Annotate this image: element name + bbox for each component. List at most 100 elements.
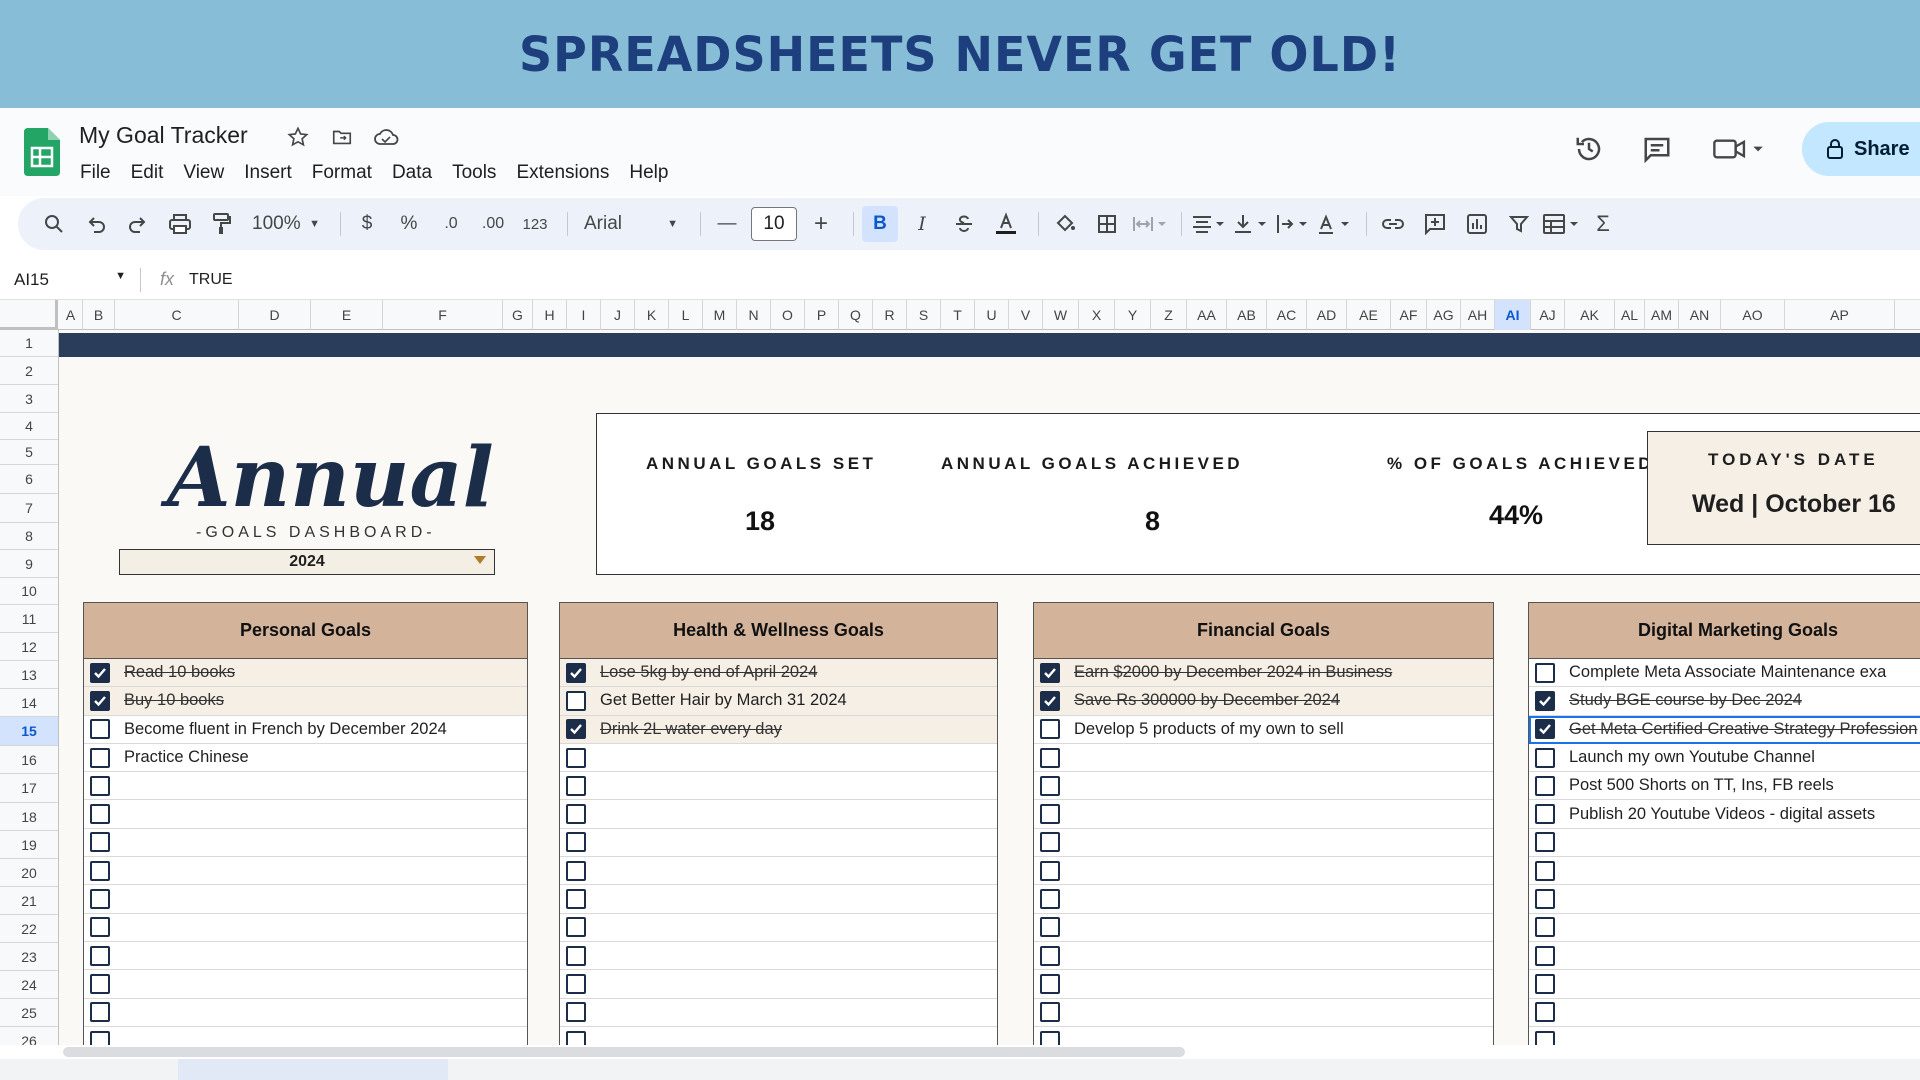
goal-checkbox[interactable] (566, 973, 586, 994)
column-header-x[interactable]: X (1079, 300, 1115, 330)
goal-checkbox[interactable] (1040, 747, 1060, 768)
column-header-am[interactable]: AM (1645, 300, 1679, 330)
goal-checkbox[interactable] (1535, 973, 1555, 994)
move-folder-icon[interactable] (329, 124, 355, 150)
goal-checkbox[interactable] (90, 917, 110, 938)
filter-views-icon[interactable] (1543, 206, 1579, 242)
goal-checkbox[interactable] (90, 662, 110, 683)
menu-tools[interactable]: Tools (442, 158, 506, 188)
insert-chart-icon[interactable] (1459, 206, 1495, 242)
goal-text[interactable]: Get Better Hair by March 31 2024 (600, 691, 847, 710)
column-header-ag[interactable]: AG (1427, 300, 1461, 330)
goal-checkbox[interactable] (566, 945, 586, 966)
row-header-23[interactable]: 23 (0, 943, 58, 971)
fill-color-icon[interactable] (1047, 206, 1083, 242)
column-header-i[interactable]: I (567, 300, 601, 330)
bold-button[interactable]: B (862, 206, 898, 242)
goal-checkbox[interactable] (1535, 860, 1555, 881)
row-header-24[interactable]: 24 (0, 971, 58, 999)
column-header-af[interactable]: AF (1391, 300, 1427, 330)
borders-icon[interactable] (1089, 206, 1125, 242)
italic-button[interactable]: I (904, 206, 940, 242)
row-header-1[interactable]: 1 (0, 330, 58, 357)
goal-checkbox[interactable] (566, 804, 586, 825)
column-header-g[interactable]: G (503, 300, 533, 330)
goal-checkbox[interactable] (566, 860, 586, 881)
column-header-y[interactable]: Y (1115, 300, 1151, 330)
row-header-5[interactable]: 5 (0, 440, 58, 465)
column-header-ad[interactable]: AD (1307, 300, 1347, 330)
column-header-ab[interactable]: AB (1227, 300, 1267, 330)
horizontal-align-icon[interactable] (1190, 206, 1226, 242)
row-header-19[interactable]: 19 (0, 831, 58, 859)
column-header-an[interactable]: AN (1679, 300, 1721, 330)
column-header-f[interactable]: F (383, 300, 503, 330)
goal-text[interactable]: Get Meta Certified Creative Strategy Pro… (1569, 720, 1917, 739)
insert-link-icon[interactable] (1375, 206, 1411, 242)
goal-checkbox[interactable] (90, 747, 110, 768)
goal-checkbox[interactable] (90, 973, 110, 994)
history-icon[interactable] (1572, 132, 1606, 166)
goal-text[interactable]: Publish 20 Youtube Videos - digital asse… (1569, 805, 1875, 824)
row-header-26[interactable]: 26 (0, 1027, 58, 1046)
menu-format[interactable]: Format (302, 158, 382, 188)
redo-icon[interactable] (120, 206, 156, 242)
cloud-status-icon[interactable] (373, 124, 399, 150)
goal-checkbox[interactable] (1040, 973, 1060, 994)
column-header-b[interactable]: B (83, 300, 115, 330)
goal-checkbox[interactable] (566, 747, 586, 768)
column-header-ak[interactable]: AK (1565, 300, 1615, 330)
goal-text[interactable]: Complete Meta Associate Maintenance exa (1569, 663, 1886, 682)
row-header-4[interactable]: 4 (0, 413, 58, 440)
insert-comment-icon[interactable] (1417, 206, 1453, 242)
goal-checkbox[interactable] (1040, 832, 1060, 853)
goal-checkbox[interactable] (1040, 889, 1060, 910)
row-header-10[interactable]: 10 (0, 578, 58, 605)
goal-text[interactable]: Practice Chinese (124, 748, 249, 767)
row-header-16[interactable]: 16 (0, 746, 58, 774)
column-header-ah[interactable]: AH (1461, 300, 1495, 330)
row-header-20[interactable]: 20 (0, 859, 58, 887)
row-header-14[interactable]: 14 (0, 689, 58, 717)
row-header-7[interactable]: 7 (0, 494, 58, 523)
goal-text[interactable]: Drink 2L water every day (600, 720, 782, 739)
goal-text[interactable]: Save Rs 300000 by December 2024 (1074, 691, 1340, 710)
goal-checkbox[interactable] (566, 889, 586, 910)
comment-icon[interactable] (1640, 132, 1674, 166)
menu-help[interactable]: Help (619, 158, 678, 188)
filter-icon[interactable] (1501, 206, 1537, 242)
goal-checkbox[interactable] (90, 860, 110, 881)
goal-checkbox[interactable] (1535, 1002, 1555, 1023)
undo-icon[interactable] (78, 206, 114, 242)
column-header-w[interactable]: W (1043, 300, 1079, 330)
text-wrapping-icon[interactable] (1274, 206, 1310, 242)
column-header-aa[interactable]: AA (1187, 300, 1227, 330)
goal-checkbox[interactable] (90, 1002, 110, 1023)
column-header-j[interactable]: J (601, 300, 635, 330)
goal-text[interactable]: Read 10 books (124, 663, 235, 682)
row-header-21[interactable]: 21 (0, 887, 58, 915)
column-header-r[interactable]: R (873, 300, 907, 330)
print-icon[interactable] (162, 206, 198, 242)
goal-text[interactable]: Develop 5 products of my own to sell (1074, 720, 1344, 739)
row-header-25[interactable]: 25 (0, 999, 58, 1027)
column-header-k[interactable]: K (635, 300, 669, 330)
goal-checkbox[interactable] (1535, 662, 1555, 683)
menu-extensions[interactable]: Extensions (506, 158, 619, 188)
column-header-m[interactable]: M (703, 300, 737, 330)
share-button[interactable]: Share (1802, 122, 1920, 176)
star-icon[interactable] (285, 124, 311, 150)
text-color-icon[interactable] (988, 206, 1024, 242)
column-header-o[interactable]: O (771, 300, 805, 330)
decrease-font-size-button[interactable]: — (709, 206, 745, 242)
row-header-9[interactable]: 9 (0, 550, 58, 578)
column-header-h[interactable]: H (533, 300, 567, 330)
row-header-12[interactable]: 12 (0, 633, 58, 661)
column-header-ae[interactable]: AE (1347, 300, 1391, 330)
column-header-v[interactable]: V (1009, 300, 1043, 330)
goal-checkbox[interactable] (1535, 889, 1555, 910)
row-header-22[interactable]: 22 (0, 915, 58, 943)
goal-text[interactable]: Post 500 Shorts on TT, Ins, FB reels (1569, 776, 1834, 795)
column-header-ao[interactable]: AO (1721, 300, 1785, 330)
row-header-2[interactable]: 2 (0, 357, 58, 385)
